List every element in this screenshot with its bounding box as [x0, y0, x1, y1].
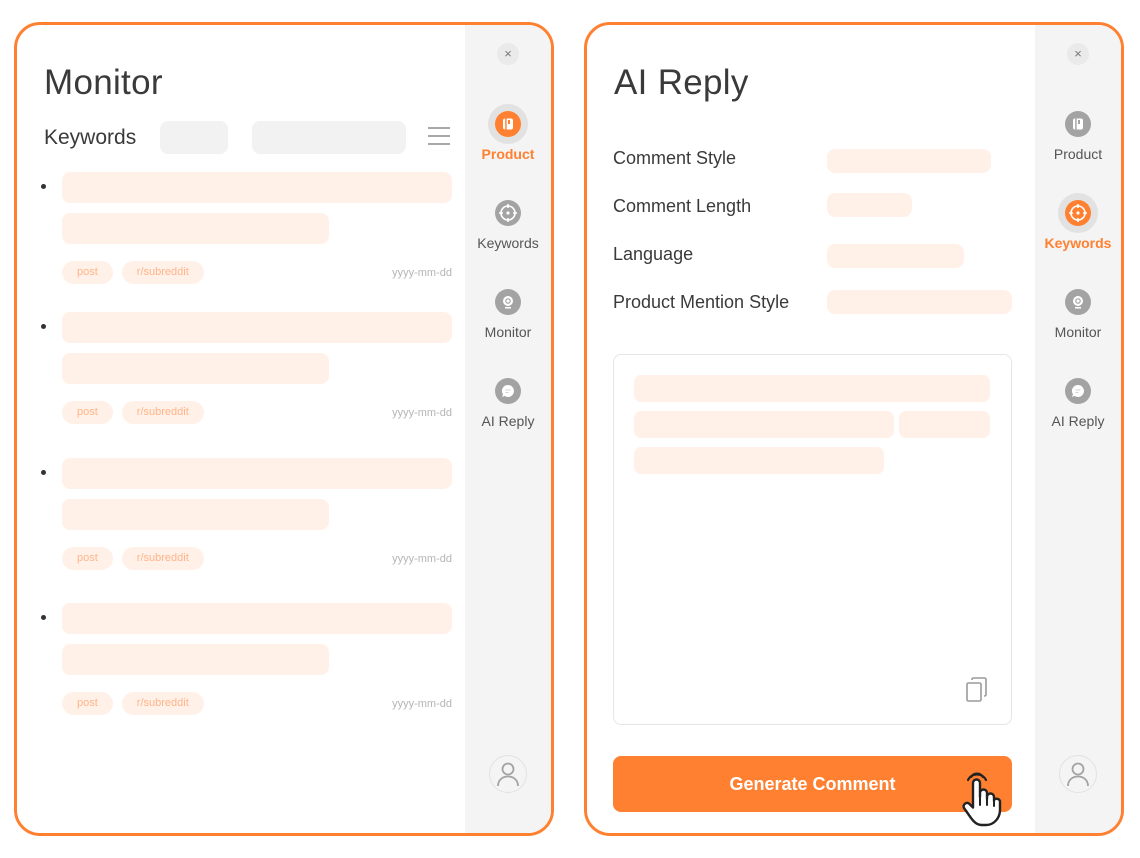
sidebar-item-ai-reply[interactable]: AI Reply	[1035, 371, 1121, 429]
close-button[interactable]: ×	[497, 43, 519, 65]
sidebar-item-keywords[interactable]: Keywords	[1035, 193, 1121, 251]
generated-comment-output[interactable]	[613, 354, 1012, 725]
comment-text-placeholder	[634, 447, 884, 474]
comment-text-placeholder	[634, 411, 894, 438]
post-date: yyyy-mm-dd	[392, 698, 452, 710]
close-icon: ×	[504, 46, 512, 61]
sidebar: × Product Keywords Monitor AI Reply	[465, 25, 551, 833]
bullet-dot	[41, 184, 46, 189]
post-body-placeholder	[62, 353, 329, 384]
avatar[interactable]	[489, 755, 527, 793]
post-title-placeholder	[62, 312, 452, 343]
post-type-tag: post	[62, 692, 113, 715]
post-type-tag: post	[62, 261, 113, 284]
monitor-panel: Monitor Keywords post r/subreddit yyyy-m…	[14, 22, 554, 836]
sidebar-item-label: AI Reply	[1051, 413, 1105, 429]
language-select[interactable]	[827, 244, 964, 268]
post-title-placeholder	[62, 172, 452, 203]
bullet-dot	[41, 615, 46, 620]
sidebar-item-monitor[interactable]: Monitor	[1035, 282, 1121, 340]
comment-text-placeholder	[899, 411, 990, 438]
post-body-placeholder	[62, 644, 329, 675]
keyword-filter-chip[interactable]	[160, 121, 228, 154]
post-body-placeholder	[62, 499, 329, 530]
sidebar-item-label: Product	[1053, 146, 1103, 162]
monitor-main: Monitor Keywords post r/subreddit yyyy-m…	[17, 25, 466, 833]
product-book-icon	[1065, 111, 1091, 137]
comment-length-select[interactable]	[827, 193, 912, 217]
hand-pointer-cursor-icon	[962, 772, 1002, 827]
chat-bubble-icon	[1065, 378, 1091, 404]
comment-length-label: Comment Length	[613, 196, 752, 216]
product-book-icon	[495, 111, 521, 137]
product-mention-style-label: Product Mention Style	[613, 292, 790, 312]
ai-reply-main: AI Reply Comment Style Comment Length La…	[587, 25, 1036, 833]
sidebar-item-label: Monitor	[484, 324, 532, 340]
page-title: AI Reply	[614, 63, 749, 102]
subreddit-tag[interactable]: r/subreddit	[121, 547, 204, 570]
webcam-icon	[495, 289, 521, 315]
language-label: Language	[613, 244, 694, 264]
sidebar-item-monitor[interactable]: Monitor	[465, 282, 551, 340]
subreddit-tag[interactable]: r/subreddit	[121, 692, 204, 715]
bullet-dot	[41, 324, 46, 329]
user-icon	[497, 762, 519, 787]
subreddit-tag[interactable]: r/subreddit	[121, 261, 204, 284]
comment-text-placeholder	[634, 375, 990, 402]
target-crosshair-icon	[495, 200, 521, 226]
close-button[interactable]: ×	[1067, 43, 1089, 65]
post-title-placeholder	[62, 603, 452, 634]
post-date: yyyy-mm-dd	[392, 407, 452, 419]
menu-icon[interactable]	[428, 127, 450, 147]
subreddit-tag[interactable]: r/subreddit	[121, 401, 204, 424]
keywords-label: Keywords	[44, 126, 137, 149]
comment-style-label: Comment Style	[613, 148, 737, 168]
target-crosshair-icon	[1065, 200, 1091, 226]
post-title-placeholder	[62, 458, 452, 489]
generate-comment-button[interactable]: Generate Comment	[613, 756, 1012, 812]
sidebar-item-label: Product	[481, 146, 535, 162]
sidebar-item-product[interactable]: Product	[465, 104, 551, 162]
sidebar-item-label: Keywords	[477, 235, 539, 251]
sidebar-item-product[interactable]: Product	[1035, 104, 1121, 162]
ai-reply-panel: AI Reply Comment Style Comment Length La…	[584, 22, 1124, 836]
keyword-search-input[interactable]	[252, 121, 406, 154]
post-type-tag: post	[62, 401, 113, 424]
bullet-dot	[41, 470, 46, 475]
sidebar-item-label: Keywords	[1044, 235, 1112, 251]
user-icon	[1067, 762, 1089, 787]
copy-icon[interactable]	[965, 676, 989, 704]
sidebar-item-ai-reply[interactable]: AI Reply	[465, 371, 551, 429]
webcam-icon	[1065, 289, 1091, 315]
sidebar-item-label: Monitor	[1054, 324, 1102, 340]
close-icon: ×	[1074, 46, 1082, 61]
product-mention-style-select[interactable]	[827, 290, 1012, 314]
post-body-placeholder	[62, 213, 329, 244]
sidebar-item-keywords[interactable]: Keywords	[465, 193, 551, 251]
post-date: yyyy-mm-dd	[392, 267, 452, 279]
page-title: Monitor	[44, 63, 163, 102]
sidebar: × Product Keywords Monitor AI Reply	[1035, 25, 1121, 833]
post-type-tag: post	[62, 547, 113, 570]
post-date: yyyy-mm-dd	[392, 553, 452, 565]
chat-bubble-icon	[495, 378, 521, 404]
avatar[interactable]	[1059, 755, 1097, 793]
sidebar-item-label: AI Reply	[481, 413, 535, 429]
comment-style-select[interactable]	[827, 149, 991, 173]
